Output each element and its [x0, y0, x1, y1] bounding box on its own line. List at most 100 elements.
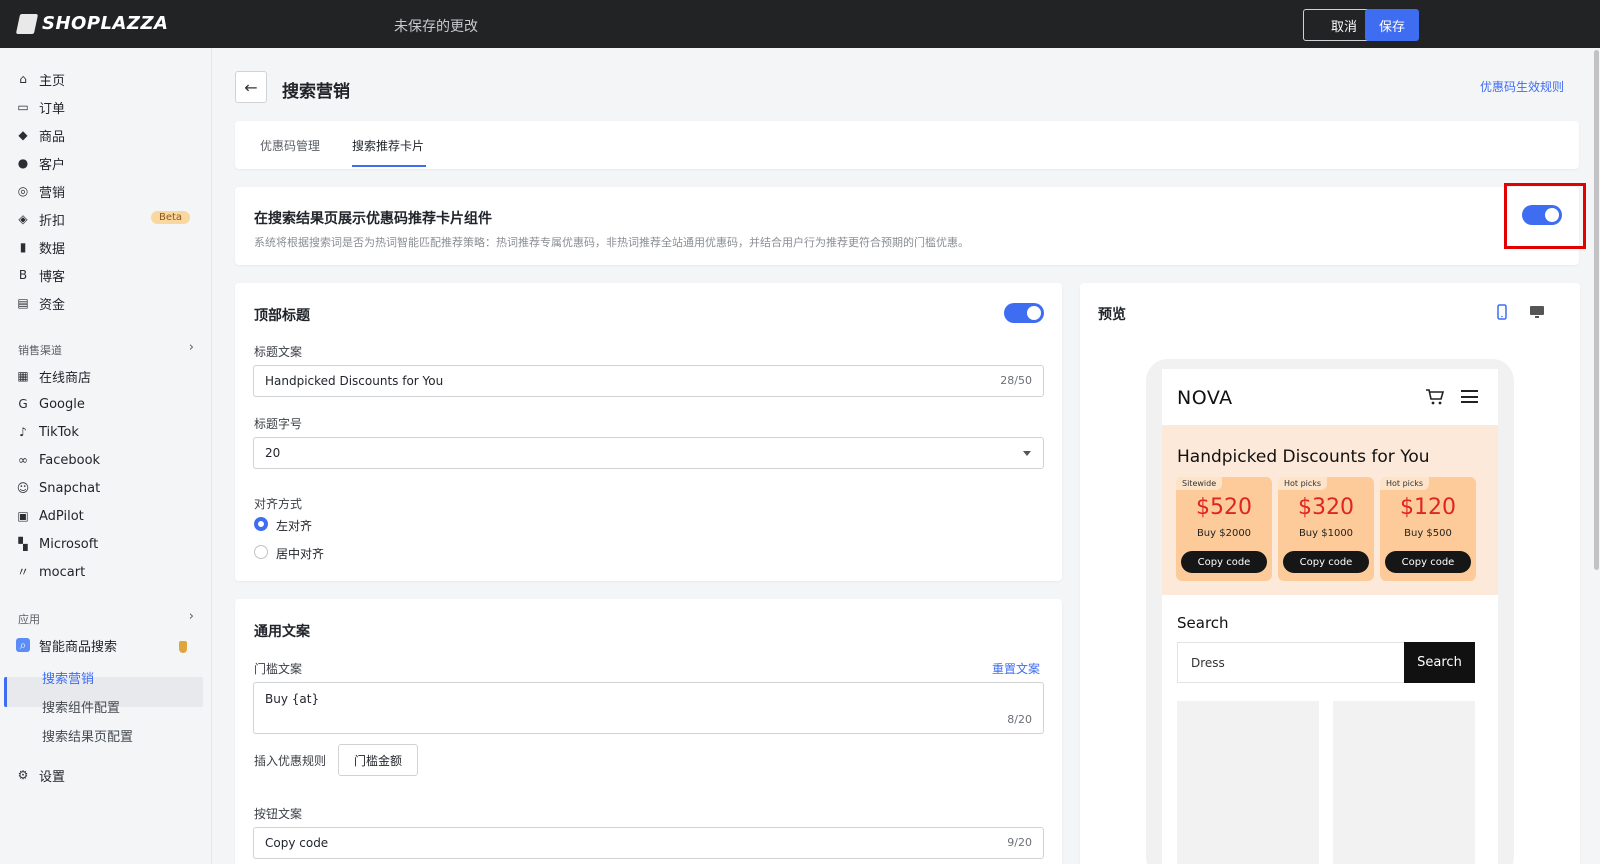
sidebar-item-orders[interactable]: ▭ 订单 [16, 96, 196, 118]
sidebar-item-mocart[interactable]: 〃 mocart [16, 561, 196, 583]
mobile-icon[interactable] [1494, 304, 1510, 320]
apps-header[interactable]: 应用 › [18, 609, 194, 627]
insert-rule-label: 插入优惠规则 [254, 754, 327, 768]
highlight-box [1504, 183, 1586, 249]
section-description: 系统将根据搜索词是否为热词智能匹配推荐策略：热词推荐专属优惠码，非热词推荐全站通… [254, 236, 969, 249]
sidebar-item-label: 博客 [39, 269, 66, 285]
coupon-tag: Sitewide [1176, 477, 1223, 490]
threshold-amount-button[interactable]: 门槛金额 [338, 744, 418, 776]
tab-discount-management[interactable]: 优惠码管理 [260, 137, 320, 154]
sidebar-item-home[interactable]: ⌂ 主页 [16, 68, 196, 90]
discount-rules-link[interactable]: 优惠码生效规则 [1480, 78, 1564, 95]
sidebar-item-discounts[interactable]: ◈ 折扣 Beta [16, 208, 196, 230]
sidebar-item-label: 订单 [39, 101, 66, 117]
sidebar-item-blog[interactable]: B 博客 [16, 264, 196, 286]
section-label-text: 销售渠道 [18, 344, 62, 357]
sales-channels-header[interactable]: 销售渠道 › [18, 340, 194, 358]
sidebar-item-online-store[interactable]: ▦ 在线商店 [16, 365, 196, 387]
caret-down-icon [1023, 451, 1031, 456]
tab-search-recommend-card[interactable]: 搜索推荐卡片 [352, 137, 424, 154]
tiktok-icon: ♪ [19, 425, 27, 439]
discount-icon: ◈ [18, 212, 28, 226]
sidebar-item-label: mocart [39, 564, 86, 580]
top-title-card: 顶部标题 标题文案 Handpicked Discounts for You 2… [235, 283, 1062, 581]
search-value: Dress [1191, 656, 1225, 670]
search-label: Search [1177, 614, 1229, 632]
sidebar-item-microsoft[interactable]: ▚ Microsoft [16, 533, 196, 555]
sidebar-sub-search-results[interactable]: 搜索结果页配置 [42, 726, 133, 745]
sidebar-item-funds[interactable]: ▤ 资金 [16, 292, 196, 314]
sidebar-item-marketing[interactable]: ◎ 营销 [16, 180, 196, 202]
copy-code-button[interactable]: Copy code [1283, 551, 1369, 573]
tabs-card: 优惠码管理 搜索推荐卡片 [235, 121, 1579, 169]
align-label: 对齐方式 [254, 497, 303, 511]
top-bar: SHOPLAZZA 未保存的更改 取消 保存 [0, 0, 1600, 48]
gear-icon: ⚙ [17, 768, 29, 782]
preview-search-button[interactable]: Search [1404, 642, 1475, 683]
sidebar-sub-search-widget[interactable]: 搜索组件配置 [42, 697, 120, 716]
sidebar-item-label: Snapchat [39, 480, 101, 496]
threshold-label: 门槛文案 [254, 662, 303, 676]
arrow-left-icon: ← [244, 77, 258, 97]
sidebar-sub-search-marketing[interactable]: 搜索营销 [42, 668, 94, 687]
coupon-card: Hot picks $120 Buy $500 Copy code [1380, 477, 1476, 581]
sidebar-item-analytics[interactable]: ▮ 数据 [16, 236, 196, 258]
desktop-icon[interactable] [1529, 304, 1545, 320]
align-center-radio[interactable] [254, 545, 268, 559]
top-title-toggle[interactable] [1004, 303, 1044, 323]
font-size-select[interactable]: 20 [253, 437, 1044, 469]
snapchat-icon: ☺ [16, 481, 30, 495]
menu-icon [1461, 390, 1478, 403]
tag-icon: ◆ [18, 128, 28, 142]
align-left-label[interactable]: 左对齐 [276, 517, 312, 534]
sidebar-item-settings[interactable]: ⚙ 设置 [16, 764, 196, 786]
title-text-value: Handpicked Discounts for You [265, 374, 444, 388]
threshold-value: Buy {at} [265, 692, 320, 706]
sidebar-item-smart-search[interactable]: ⌕ 智能商品搜索 [16, 634, 196, 656]
threshold-textarea[interactable]: Buy {at} 8/20 [253, 682, 1044, 734]
copy-code-button[interactable]: Copy code [1181, 551, 1267, 573]
page-scrollbar[interactable] [1594, 50, 1599, 570]
product-placeholder [1177, 701, 1319, 864]
preview-search-input[interactable]: Dress [1177, 642, 1405, 683]
sidebar-item-adpilot[interactable]: ▣ AdPilot [16, 505, 196, 527]
back-button[interactable]: ← [235, 71, 267, 103]
align-center-label[interactable]: 居中对齐 [276, 545, 324, 562]
logo-mark-icon [15, 13, 39, 34]
sidebar-item-snapchat[interactable]: ☺ Snapchat [16, 477, 196, 499]
top-title-heading: 顶部标题 [254, 308, 310, 324]
promo-title: Handpicked Discounts for You [1177, 447, 1430, 467]
save-button[interactable]: 保存 [1365, 9, 1419, 41]
shoplazza-logo[interactable]: SHOPLAZZA [15, 13, 168, 34]
microsoft-icon: ▚ [18, 537, 28, 551]
coupon-condition: Buy $1000 [1298, 528, 1354, 539]
title-text-input[interactable]: Handpicked Discounts for You 28/50 [253, 365, 1044, 397]
reset-copy-link[interactable]: 重置文案 [992, 660, 1040, 677]
coupon-amount: $120 [1400, 495, 1456, 520]
sidebar-item-customers[interactable]: ● 客户 [16, 152, 196, 174]
sidebar-item-label: Google [39, 396, 85, 412]
sidebar-item-google[interactable]: G Google [16, 393, 196, 415]
pin-icon[interactable] [179, 641, 187, 653]
unsaved-changes-text: 未保存的更改 [394, 19, 478, 35]
copy-code-button[interactable]: Copy code [1385, 551, 1471, 573]
coupon-tag: Hot picks [1278, 477, 1328, 490]
cart-icon [1426, 389, 1445, 405]
sidebar-item-facebook[interactable]: ∞ Facebook [16, 449, 196, 471]
sidebar-item-label: 折扣 [39, 213, 66, 229]
chevron-right-icon: › [188, 340, 194, 355]
sidebar-item-label: Microsoft [39, 536, 99, 552]
align-left-radio[interactable] [254, 517, 268, 531]
sidebar-item-products[interactable]: ◆ 商品 [16, 124, 196, 146]
sidebar-item-tiktok[interactable]: ♪ TikTok [16, 421, 196, 443]
phone-frame: NOVA Handpicked Discounts for You Sitewi… [1146, 359, 1514, 864]
mocart-icon: 〃 [16, 565, 29, 579]
char-count: 9/20 [1007, 836, 1032, 849]
blog-icon: B [18, 268, 28, 282]
sidebar-item-label: AdPilot [39, 508, 84, 524]
store-icon: ▦ [17, 369, 29, 383]
product-placeholder [1333, 701, 1475, 864]
button-text-input[interactable]: Copy code 9/20 [253, 827, 1044, 859]
home-icon: ⌂ [19, 72, 27, 86]
button-text-value: Copy code [265, 836, 329, 850]
